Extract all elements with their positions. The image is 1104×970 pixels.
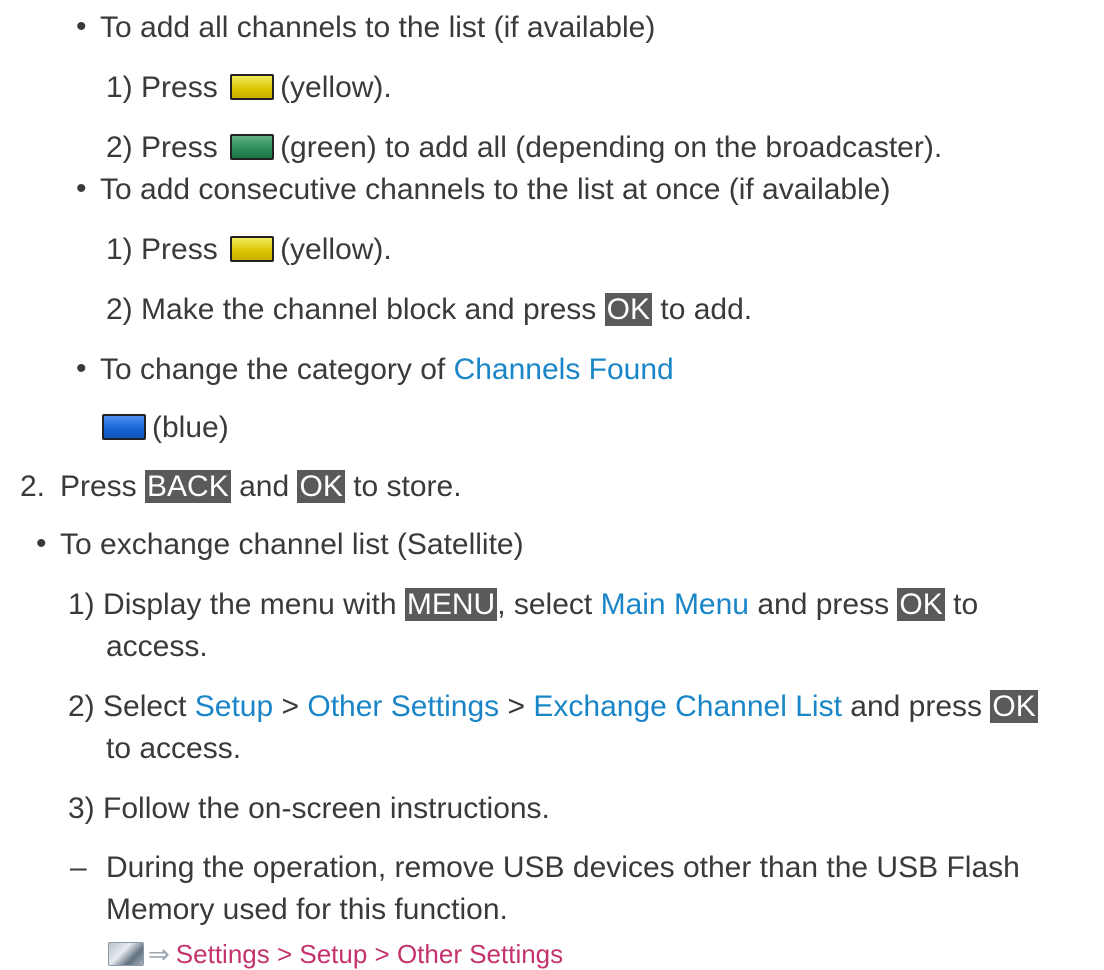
add-all-step2: 2) Press (green) to add all (depending o… — [106, 130, 942, 166]
step-text-after: to — [953, 588, 979, 621]
path-separator: > — [507, 690, 526, 723]
main-menu-link[interactable]: Main Menu — [601, 588, 749, 621]
blue-button-line: (blue) — [102, 410, 229, 446]
exchange-step3: 3) Follow the on-screen instructions. — [68, 791, 550, 827]
exchange-step1-continued: access. — [106, 630, 208, 663]
step-text: , select — [497, 588, 593, 621]
step-text: Press — [141, 131, 218, 164]
ok-key: OK — [897, 588, 945, 621]
step-text: Press — [141, 233, 218, 266]
step-number: 2) — [106, 293, 133, 326]
step-text-after: to add. — [660, 293, 753, 326]
step-number: 2) — [68, 690, 95, 723]
step-number: 2. — [20, 470, 46, 503]
step-text-after: (green) to add all (depending on the bro… — [280, 131, 943, 164]
exchange-step1: 1) Display the menu with MENU, select Ma… — [68, 587, 978, 623]
arrow-icon: ⇒ — [148, 939, 170, 969]
bullet-glyph: • — [76, 172, 87, 205]
back-key: BACK — [145, 470, 231, 503]
ok-key: OK — [297, 470, 345, 503]
color-label: (blue) — [152, 411, 229, 444]
color-label: (yellow). — [280, 233, 392, 266]
add-consecutive-step1: 1) Press (yellow). — [106, 232, 392, 268]
step-text-after: to store. — [353, 470, 462, 503]
change-category-line: To change the category of Channels Found — [100, 352, 674, 388]
step-text: Display the menu with — [103, 588, 397, 621]
step-text: Press — [141, 71, 218, 104]
bullet-glyph: • — [76, 10, 87, 43]
add-all-step1: 1) Press (yellow). — [106, 70, 392, 106]
step-text: Press — [60, 470, 137, 503]
other-settings-link[interactable]: Other Settings — [307, 690, 499, 723]
change-category-text: To change the category of — [100, 353, 446, 386]
yellow-button-icon — [230, 236, 275, 262]
step-number: 1) — [106, 71, 133, 104]
add-consecutive-step2: 2) Make the channel block and press OK t… — [106, 292, 752, 328]
ok-key: OK — [604, 293, 653, 326]
dash-glyph: – — [70, 851, 87, 884]
step-number: 1) — [106, 233, 133, 266]
step-number: 3) — [68, 792, 95, 825]
path-separator: > — [281, 690, 300, 723]
channels-found-link[interactable]: Channels Found — [454, 353, 674, 386]
step-text: Make the channel block and press — [141, 293, 597, 326]
store-step: Press BACK and OK to store. — [60, 469, 462, 505]
nav-path-link[interactable]: Settings > Setup > Other Settings — [176, 939, 563, 969]
menu-key: MENU — [404, 588, 498, 621]
exchange-channel-list-link[interactable]: Exchange Channel List — [533, 690, 842, 723]
step-text: and press — [850, 690, 983, 723]
add-all-heading: To add all channels to the list (if avai… — [100, 11, 656, 44]
add-consecutive-heading: To add consecutive channels to the list … — [100, 173, 891, 206]
navigation-menu-icon — [108, 942, 144, 966]
step-text: and — [239, 470, 290, 503]
bullet-glyph: • — [36, 527, 47, 560]
note-line1: During the operation, remove USB devices… — [106, 851, 1020, 884]
nav-path: ⇒ Settings > Setup > Other Settings — [108, 938, 563, 970]
step-number: 1) — [68, 588, 95, 621]
exchange-heading: To exchange channel list (Satellite) — [60, 528, 524, 561]
yellow-button-icon — [230, 74, 275, 100]
bullet-glyph: • — [76, 352, 87, 385]
green-button-icon — [230, 134, 275, 160]
step-number: 2) — [106, 131, 133, 164]
exchange-step2-continued: to access. — [106, 732, 242, 765]
step-text: and press — [757, 588, 890, 621]
step-text: Select — [103, 690, 187, 723]
note-line2: Memory used for this function. — [106, 893, 508, 926]
blue-button-icon — [102, 414, 146, 440]
exchange-step2: 2) Select Setup > Other Settings > Excha… — [68, 689, 1038, 725]
ok-key: OK — [990, 690, 1038, 723]
setup-link[interactable]: Setup — [195, 690, 273, 723]
color-label: (yellow). — [280, 71, 392, 104]
step-text: Follow the on-screen instructions. — [103, 792, 550, 825]
